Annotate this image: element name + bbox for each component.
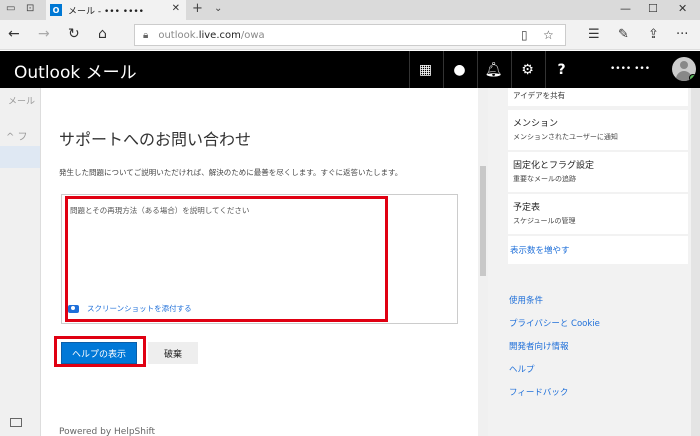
background-mail-pane: メール ^ フ (0, 88, 40, 436)
outlook-icon: O (50, 4, 62, 16)
url-field[interactable]: 🔒︎ outlook. live.com/owa ▯ ☆ (134, 24, 566, 46)
app-launcher-icon[interactable]: ▦ (409, 51, 441, 88)
web-note-icon[interactable]: ✎ (618, 27, 629, 42)
home-icon[interactable]: ⌂ (98, 26, 107, 42)
url-prefix: outlook. (158, 29, 199, 41)
feature-card-mention[interactable]: メンション メンションされたユーザーに通知 (508, 110, 688, 150)
share-ideas-card[interactable]: アイデアを共有 (508, 88, 688, 106)
bg-folder-label: ^ フ (6, 132, 28, 143)
favorite-star-icon[interactable]: ☆ (543, 28, 554, 42)
feature-card-pin-flag[interactable]: 固定化とフラグ設定 重要なメールの追跡 (508, 152, 688, 192)
forward-icon[interactable]: → (38, 26, 50, 42)
tab-preview-icon[interactable]: ⊡ (26, 3, 34, 14)
mail-icon[interactable] (10, 418, 22, 427)
scrollbar-thumb[interactable] (480, 166, 486, 276)
app-header: Outlook メール ▦ ● 🔔︎ ⚙ ? •••• ••• (0, 51, 700, 88)
notifications-bell-icon[interactable]: 🔔︎ (477, 51, 509, 88)
back-icon[interactable]: ← (8, 26, 20, 42)
bg-mail-label: メール (8, 97, 36, 107)
user-name[interactable]: •••• ••• (610, 64, 650, 74)
powered-by-text: Powered by HelpShift (59, 427, 155, 436)
highlight-box-button (54, 336, 146, 367)
feedback-link[interactable]: フィードバック (509, 386, 568, 398)
settings-gear-icon[interactable]: ⚙ (511, 51, 543, 88)
skype-chat-icon[interactable]: ● (443, 51, 475, 88)
terms-link[interactable]: 使用条件 (509, 294, 543, 306)
avatar[interactable] (672, 57, 696, 81)
url-path: /owa (240, 29, 265, 41)
tab-title: メール - ••• •••• (68, 6, 144, 17)
bg-selected-folder (0, 146, 40, 168)
support-dialog: サポートへのお問い合わせ 発生した問題についてご説明いただければ、解決のために最… (40, 88, 480, 436)
url-domain: live.com (198, 29, 241, 41)
tab-list-chevron-icon[interactable]: ⌄ (214, 3, 222, 14)
card-title: 固定化とフラグ設定 (513, 161, 595, 171)
card-title: メンション (513, 119, 559, 129)
card-subtitle: スケジュールの管理 (513, 217, 576, 225)
discard-button[interactable]: 破棄 (148, 342, 198, 364)
reading-view-icon[interactable]: ▯ (521, 28, 528, 42)
feature-card-calendar[interactable]: 予定表 スケジュールの管理 (508, 194, 688, 234)
privacy-cookie-link[interactable]: プライバシーと Cookie (509, 317, 600, 329)
refresh-icon[interactable]: ↻ (68, 26, 80, 42)
right-panel: アイデアを共有 メンション メンションされたユーザーに通知 固定化とフラグ設定 … (488, 88, 700, 436)
show-more-link[interactable]: 表示数を増やす (508, 236, 688, 264)
card-subtitle: メンションされたユーザーに通知 (513, 133, 618, 141)
favorites-hub-icon[interactable]: ☰ (588, 27, 600, 42)
maximize-icon[interactable]: ☐ (648, 2, 658, 15)
lock-icon: 🔒︎ (143, 29, 149, 41)
address-bar-row: ← → ↻ ⌂ 🔒︎ outlook. live.com/owa ▯ ☆ ☰ ✎ … (0, 20, 700, 50)
close-tab-icon[interactable]: ✕ (172, 3, 180, 14)
dialog-description: 発生した問題についてご説明いただければ、解決のために最善を尽くします。すぐに返答… (59, 168, 403, 177)
browser-tab-bar: ▭ ⊡ O メール - ••• •••• ✕ + ⌄ — ☐ ✕ (0, 0, 700, 20)
presence-status-icon (689, 74, 696, 81)
new-tab-icon[interactable]: + (192, 1, 203, 16)
developer-info-link[interactable]: 開発者向け情報 (509, 340, 569, 352)
minimize-icon[interactable]: — (620, 2, 631, 15)
highlight-box-textarea (65, 196, 388, 322)
tabs-aside-icon[interactable]: ▭ (6, 3, 15, 14)
help-link[interactable]: ヘルプ (509, 363, 535, 375)
card-title: 予定表 (513, 203, 541, 213)
page-scrollbar[interactable] (691, 88, 700, 436)
help-question-icon[interactable]: ? (545, 51, 577, 88)
share-icon[interactable]: ⇪ (648, 27, 659, 42)
app-title: Outlook メール (14, 63, 137, 83)
card-subtitle: 重要なメールの追跡 (513, 175, 576, 183)
dialog-scrollbar[interactable] (478, 88, 488, 436)
close-window-icon[interactable]: ✕ (678, 2, 687, 15)
more-menu-icon[interactable]: ··· (676, 27, 688, 42)
dialog-title: サポートへのお問い合わせ (59, 130, 252, 149)
browser-tab-outlook[interactable]: O メール - ••• •••• ✕ (46, 0, 186, 20)
